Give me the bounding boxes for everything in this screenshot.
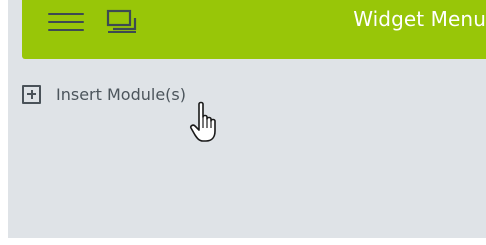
hand-pointer-cursor-icon bbox=[190, 101, 216, 142]
insert-modules-label[interactable]: Insert Module(s) bbox=[56, 85, 186, 104]
plus-square-icon[interactable] bbox=[22, 84, 41, 104]
widget-menu-header: Widget Menu bbox=[22, 0, 486, 59]
windows-icon[interactable] bbox=[104, 9, 140, 35]
header-title: Widget Menu bbox=[353, 7, 486, 31]
hamburger-menu-icon[interactable] bbox=[48, 11, 84, 33]
insert-modules-button[interactable]: Insert Module(s) bbox=[22, 82, 186, 106]
